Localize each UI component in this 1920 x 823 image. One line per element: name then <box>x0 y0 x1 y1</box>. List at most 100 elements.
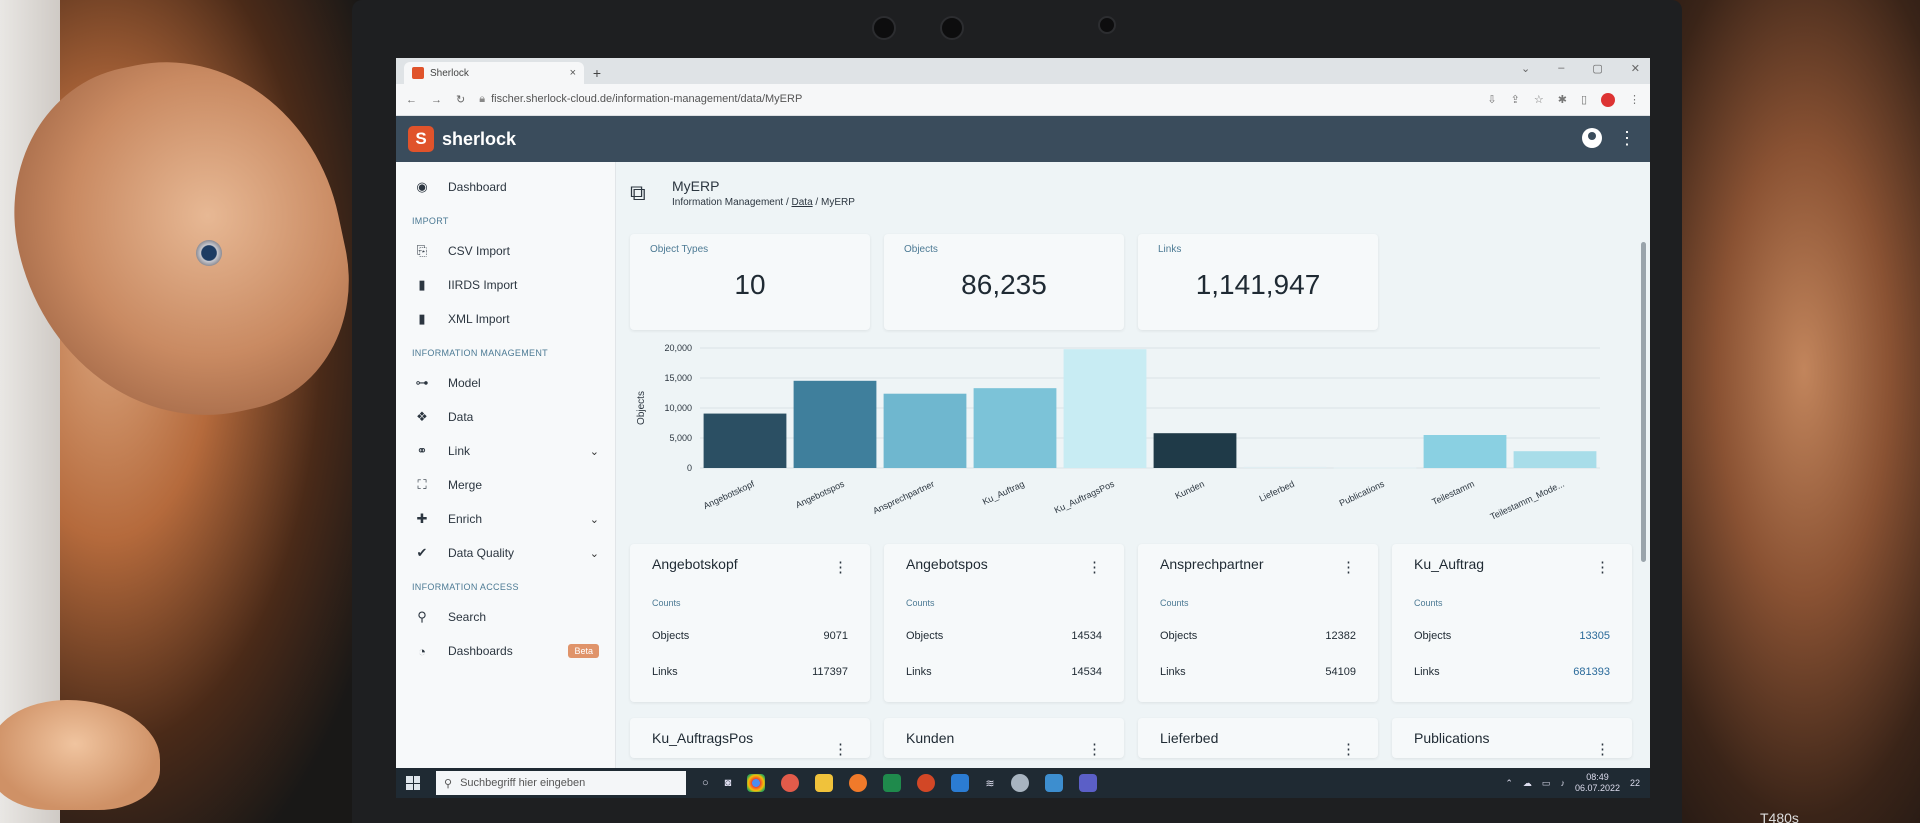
sidebar-item-label: IIRDS Import <box>448 278 518 292</box>
powerpoint-icon[interactable] <box>917 774 936 792</box>
object-type-card: Angebotskopf ⋮ Counts Objects 9071 Links 1… <box>630 544 870 702</box>
row-value-link[interactable]: 681393 <box>1573 666 1610 678</box>
chevron-down-icon[interactable]: ⌄ <box>590 513 599 526</box>
sidebar-item-label: XML Import <box>448 312 510 326</box>
section-label-import: IMPORT <box>412 216 449 226</box>
sidebar-item-label: Search <box>448 610 487 624</box>
beta-badge: Beta <box>568 644 599 658</box>
row-label: Links <box>906 666 932 678</box>
user-account-icon[interactable] <box>1582 128 1602 148</box>
row-value: 14534 <box>1071 630 1102 642</box>
card-title: Lieferbed <box>1160 730 1219 746</box>
wifi-app-icon[interactable]: ≋ <box>985 777 994 790</box>
url-field[interactable]: 🔒︎ fischer.sherlock-cloud.de/information-… <box>479 93 1473 106</box>
sidebar-item-search[interactable]: ⚲ Search <box>396 600 615 634</box>
card-menu-icon[interactable]: ⋮ <box>833 558 848 576</box>
card-subtitle: Counts <box>906 598 935 608</box>
sidebar-item-model[interactable]: ⊶ Model <box>396 366 615 400</box>
sidebar-item-data-quality[interactable]: ✔ Data Quality ⌄ <box>396 536 615 570</box>
clock[interactable]: 08:49 06.07.2022 <box>1575 772 1620 794</box>
sidebar-item-link[interactable]: ⚭ Link ⌄ <box>396 434 615 468</box>
forward-icon[interactable]: → <box>431 94 442 106</box>
minimize-icon[interactable]: – <box>1558 62 1564 75</box>
card-menu-icon[interactable]: ⋮ <box>1595 740 1610 758</box>
close-icon[interactable]: ✕ <box>1631 62 1640 75</box>
outlook-icon[interactable] <box>1044 774 1063 792</box>
app-name: sherlock <box>442 128 517 149</box>
app-icon[interactable] <box>1010 774 1029 792</box>
stat-value: 86,235 <box>961 269 1047 300</box>
stat-value: 10 <box>734 269 766 300</box>
sidebar-item-label: Enrich <box>448 512 483 526</box>
card-menu-icon[interactable]: ⋮ <box>833 740 848 758</box>
browser-menu-icon[interactable]: ⋮ <box>1629 93 1640 106</box>
notification-count[interactable]: 22 <box>1630 778 1640 788</box>
maximize-icon[interactable]: ▢ <box>1592 62 1602 75</box>
sidebar-item-xml-import[interactable]: ▮ XML Import <box>396 302 615 336</box>
scrollbar[interactable] <box>1641 242 1646 562</box>
puzzle-icon[interactable]: ✱ <box>1558 93 1567 106</box>
card-menu-icon[interactable]: ⋮ <box>1087 558 1102 576</box>
card-menu-icon[interactable]: ⋮ <box>1595 558 1610 576</box>
firefox-icon[interactable] <box>849 774 868 792</box>
stat-value: 1,141,947 <box>1195 269 1321 300</box>
more-menu-icon[interactable]: ⋮ <box>1618 129 1636 147</box>
star-icon[interactable]: ☆ <box>1534 93 1544 106</box>
card-menu-icon[interactable]: ⋮ <box>1341 558 1356 576</box>
hand-bottom <box>0 700 160 810</box>
chevron-down-icon[interactable]: ⌄ <box>1521 62 1530 75</box>
chrome-icon[interactable] <box>747 774 766 792</box>
page-heading: MyERP Information Management / Data / My… <box>672 178 855 208</box>
profile-avatar-icon[interactable] <box>1601 92 1615 107</box>
app-icon[interactable] <box>781 774 800 792</box>
teams-icon[interactable] <box>1078 774 1097 792</box>
battery-icon[interactable]: ▭ <box>1542 778 1551 789</box>
row-value-link[interactable]: 13305 <box>1579 630 1610 642</box>
chevron-down-icon[interactable]: ⌄ <box>590 547 599 560</box>
taskbar-search-box[interactable]: ⚲ Suchbegriff hier eingeben <box>436 771 686 795</box>
bar <box>703 413 787 468</box>
sherlock-logo-icon[interactable]: S <box>408 126 434 152</box>
file-explorer-icon[interactable] <box>815 774 834 792</box>
card-menu-icon[interactable]: ⋮ <box>1087 740 1102 758</box>
card-title: Angebotspos <box>906 556 988 572</box>
sidebar-item-dashboards[interactable]: ◔ Dashboards Beta <box>396 634 615 668</box>
sidebar-item-label: Data <box>448 410 474 424</box>
ring <box>196 240 222 266</box>
chevron-down-icon[interactable]: ⌄ <box>590 445 599 458</box>
chevron-up-icon[interactable]: ⌃ <box>1505 778 1513 789</box>
new-tab-button[interactable]: + <box>584 62 610 84</box>
sidebar-item-csv-import[interactable]: ⎘ CSV Import <box>396 234 615 268</box>
object-type-card: Publications ⋮ <box>1392 718 1632 758</box>
object-type-card: Ku_AuftragsPos ⋮ <box>630 718 870 758</box>
reload-icon[interactable]: ↻ <box>456 93 465 106</box>
sidebar-item-dashboard[interactable]: ◉ Dashboard <box>396 170 615 204</box>
cloud-icon[interactable]: ☁ <box>1523 778 1532 789</box>
back-icon[interactable]: ← <box>406 94 417 106</box>
x-tick-label: Ku_Auftrag <box>981 479 1026 507</box>
word-icon[interactable] <box>951 774 970 792</box>
sidebar-item-merge[interactable]: ⛶ Merge <box>396 468 615 502</box>
x-tick-label: Ansprechpartner <box>871 479 936 516</box>
breadcrumb-item[interactable]: Information Management <box>672 197 783 208</box>
task-view-icon[interactable]: ○ <box>702 777 709 789</box>
sidebar-item-data[interactable]: ❖ Data <box>396 400 615 434</box>
browser-tab[interactable]: Sherlock × <box>404 62 584 84</box>
webcam-sensor <box>940 16 964 40</box>
breadcrumb-item-data[interactable]: Data <box>792 197 813 208</box>
sidebar-item-enrich[interactable]: ✚ Enrich ⌄ <box>396 502 615 536</box>
windows-start-icon[interactable] <box>406 776 420 790</box>
row-label: Objects <box>906 630 944 642</box>
object-type-card: Lieferbed ⋮ <box>1138 718 1378 758</box>
install-icon[interactable]: ⇩ <box>1487 93 1496 106</box>
sidebar-item-iirds-import[interactable]: ▮ IIRDS Import <box>396 268 615 302</box>
share-icon[interactable]: ⇪ <box>1511 93 1520 106</box>
card-menu-icon[interactable]: ⋮ <box>1341 740 1356 758</box>
lock-app-icon[interactable]: ◙ <box>725 777 732 789</box>
volume-icon[interactable]: ♪ <box>1560 778 1565 788</box>
sidepanel-icon[interactable]: ▯ <box>1581 93 1587 106</box>
sidebar-item-label: Merge <box>448 478 483 492</box>
url-text: fischer.sherlock-cloud.de/information-ma… <box>491 93 803 105</box>
excel-icon[interactable] <box>883 774 902 792</box>
tab-close-icon[interactable]: × <box>570 67 576 79</box>
